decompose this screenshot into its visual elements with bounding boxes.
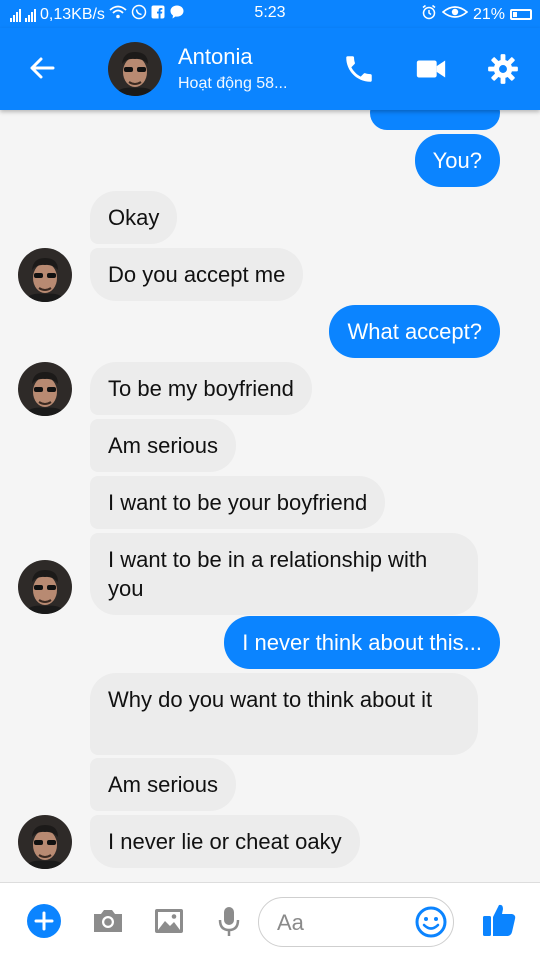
plus-circle-icon (27, 904, 61, 938)
eye-comfort-icon (441, 5, 469, 24)
message-bubble-received[interactable]: Am serious (90, 758, 237, 811)
phone-icon (346, 56, 372, 82)
sender-avatar[interactable] (18, 248, 72, 302)
message-bubble-received[interactable]: Am serious (90, 419, 237, 472)
status-bar: 0,13KB/s 5:23 21% (0, 0, 540, 28)
conversation-header: Antonia Hoạt động 58... (0, 28, 540, 110)
sender-avatar[interactable] (18, 362, 72, 416)
emoji-button[interactable] (413, 904, 449, 940)
video-camera-icon (416, 60, 446, 78)
composer-bar: Aa (0, 882, 540, 961)
profile-photo (18, 248, 72, 302)
message-bubble-sent[interactable]: You? (414, 134, 500, 187)
settings-button[interactable] (486, 52, 520, 86)
profile-photo (18, 362, 72, 416)
battery-icon (510, 9, 532, 20)
message-list[interactable]: You? Okay Do you accept me What accept? … (0, 110, 540, 882)
contact-avatar[interactable] (108, 42, 162, 96)
profile-photo (108, 42, 162, 96)
profile-photo (18, 815, 72, 869)
battery-percent: 21% (472, 5, 505, 23)
voice-call-button[interactable] (342, 52, 376, 86)
message-bubble-received[interactable]: I never lie or cheat oaky (90, 815, 360, 868)
message-input[interactable]: Aa (258, 897, 454, 947)
message-bubble-received[interactable]: To be my boyfriend (90, 362, 312, 415)
back-button[interactable] (26, 52, 58, 84)
profile-photo (18, 560, 72, 614)
message-bubble-sent[interactable]: What accept? (329, 305, 500, 358)
message-bubble-partial (370, 110, 500, 130)
message-bubble-received[interactable]: Okay (90, 191, 178, 244)
contact-name: Antonia (178, 44, 253, 69)
message-bubble-sent[interactable]: I never think about this... (224, 616, 500, 669)
message-bubble-received[interactable]: I want to be your boyfriend (90, 476, 386, 529)
message-bubble-received[interactable]: I want to be in a relationship with you (90, 533, 478, 615)
gear-icon (488, 54, 518, 84)
smiley-icon (415, 906, 447, 938)
microphone-icon (218, 907, 240, 936)
video-call-button[interactable] (414, 52, 448, 86)
thumbs-up-icon (483, 904, 516, 936)
message-input-placeholder: Aa (277, 910, 304, 935)
alarm-icon (421, 4, 437, 25)
camera-button[interactable] (90, 903, 126, 939)
message-bubble-received[interactable]: Do you accept me (90, 248, 304, 301)
gallery-button[interactable] (151, 903, 187, 939)
active-status: Hoạt động 58... (178, 75, 288, 92)
sender-avatar[interactable] (18, 815, 72, 869)
more-actions-button[interactable] (26, 903, 62, 939)
message-bubble-received[interactable]: Why do you want to think about it (90, 673, 478, 755)
image-icon (155, 909, 183, 933)
like-button[interactable] (480, 901, 518, 939)
sender-avatar[interactable] (18, 560, 72, 614)
voice-record-button[interactable] (211, 903, 247, 939)
arrow-left-icon (30, 57, 55, 79)
camera-icon (94, 910, 122, 932)
